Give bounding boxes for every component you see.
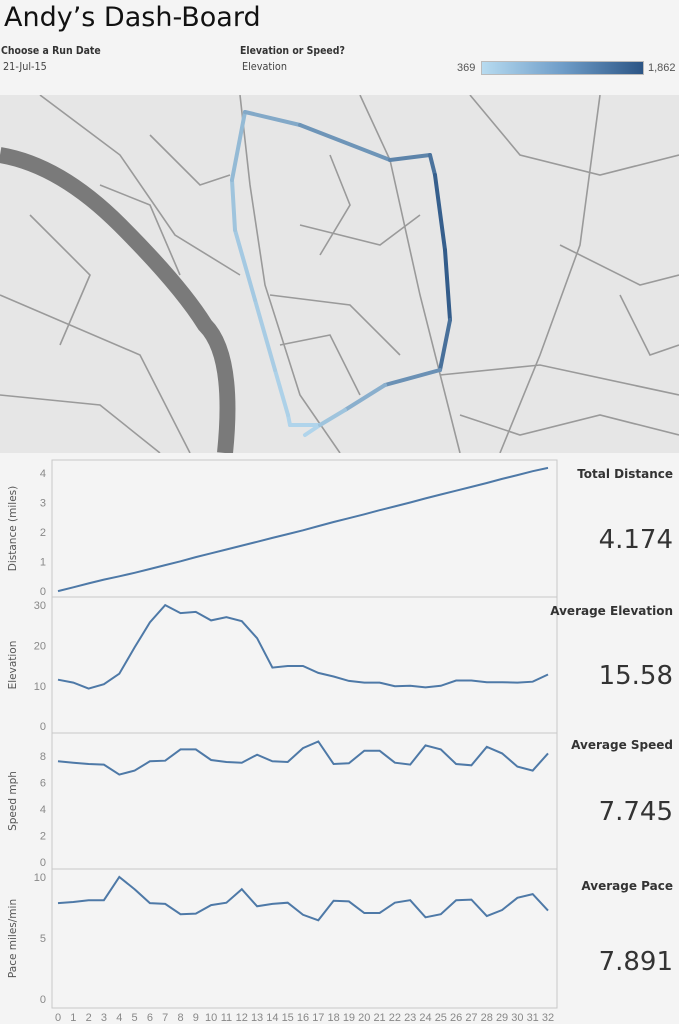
x-tick-label: 21: [373, 1012, 385, 1024]
metric-selector[interactable]: Elevation: [242, 60, 287, 73]
kpi-avg-pace-value: 7.891: [598, 947, 673, 977]
kpi-avg-speed-title: Average Speed: [571, 738, 673, 752]
y-tick-label: 0: [40, 994, 46, 1006]
kpi-total-distance-title: Total Distance: [577, 467, 673, 481]
x-tick-label: 32: [542, 1012, 554, 1024]
metric-label: Elevation or Speed?: [240, 44, 345, 57]
chart-frame: [51, 459, 558, 598]
x-tick-label: 2: [86, 1012, 92, 1024]
x-tick-label: 17: [312, 1012, 324, 1024]
kpi-total-distance-value: 4.174: [598, 525, 673, 555]
legend-max: 1,862: [648, 62, 676, 74]
x-tick-label: 29: [496, 1012, 508, 1024]
x-tick-label: 8: [177, 1012, 183, 1024]
y-tick-label: 30: [34, 600, 46, 612]
y-tick-label: 4: [40, 804, 46, 816]
x-tick-label: 11: [221, 1012, 232, 1024]
x-tick-label: 12: [236, 1012, 248, 1024]
y-tick-label: 0: [40, 586, 46, 598]
page-title: Andy’s Dash-Board: [4, 2, 261, 33]
x-tick-label: 7: [162, 1012, 168, 1024]
y-tick-label: 2: [40, 527, 46, 539]
y-tick-label: 5: [40, 933, 46, 945]
run-date-label: Choose a Run Date: [1, 44, 101, 57]
y-tick-label: 0: [40, 857, 46, 869]
y-tick-label: 1: [40, 557, 46, 569]
y-tick-label: 0: [40, 721, 46, 733]
y-tick-label: 20: [34, 640, 46, 652]
x-tick-label: 3: [101, 1012, 107, 1024]
kpi-avg-speed-value: 7.745: [598, 797, 673, 827]
kpi-avg-pace-title: Average Pace: [581, 879, 673, 893]
x-tick-label: 28: [481, 1012, 493, 1024]
kpi-avg-elevation-value: 15.58: [598, 661, 673, 691]
y-tick-label: 3: [40, 498, 46, 510]
y-tick-label: 6: [40, 778, 46, 790]
x-tick-label: 19: [343, 1012, 355, 1024]
x-tick-label: 0: [55, 1012, 61, 1024]
x-tick-label: 10: [205, 1012, 217, 1024]
color-legend-bar: [481, 61, 644, 75]
x-tick-label: 18: [328, 1012, 340, 1024]
x-tick-label: 1: [70, 1012, 76, 1024]
x-tick-label: 25: [435, 1012, 447, 1024]
x-tick-label: 14: [266, 1012, 278, 1024]
x-tick-label: 5: [132, 1012, 138, 1024]
route-map[interactable]: [0, 95, 679, 453]
x-tick-label: 30: [511, 1012, 523, 1024]
y-tick-label: 10: [34, 681, 46, 693]
legend-min: 369: [457, 62, 476, 74]
x-tick-label: 20: [358, 1012, 370, 1024]
chart-frame: [51, 868, 558, 1009]
y-tick-label: 8: [40, 751, 46, 763]
dashboard: Andy’s Dash-Board Choose a Run Date 21-J…: [0, 0, 679, 1024]
x-tick-label: 24: [419, 1012, 431, 1024]
y-tick-label: 4: [40, 468, 46, 480]
kpi-avg-elevation-title: Average Elevation: [550, 604, 673, 618]
x-tick-label: 6: [147, 1012, 153, 1024]
y-tick-label: 2: [40, 830, 46, 842]
y-axis-label: Speed mph: [7, 771, 19, 831]
y-axis-label: Pace miles/min: [7, 899, 19, 978]
x-tick-label: 27: [465, 1012, 477, 1024]
x-tick-label: 15: [282, 1012, 294, 1024]
y-axis-label: Elevation: [7, 641, 19, 690]
chart-frame: [51, 596, 558, 734]
x-tick-label: 26: [450, 1012, 462, 1024]
map-background: [0, 95, 679, 453]
x-tick-label: 22: [389, 1012, 401, 1024]
x-tick-label: 23: [404, 1012, 416, 1024]
x-tick-label: 4: [116, 1012, 122, 1024]
y-axis-label: Distance (miles): [7, 486, 19, 571]
y-tick-label: 10: [34, 872, 46, 884]
run-date-dropdown[interactable]: 21-Jul-15: [3, 60, 47, 73]
x-tick-label: 9: [193, 1012, 199, 1024]
charts-panel: 01234Distance (miles)0102030Elevation024…: [7, 459, 558, 1024]
x-tick-label: 16: [297, 1012, 309, 1024]
x-tick-label: 13: [251, 1012, 263, 1024]
x-tick-label: 31: [527, 1012, 539, 1024]
